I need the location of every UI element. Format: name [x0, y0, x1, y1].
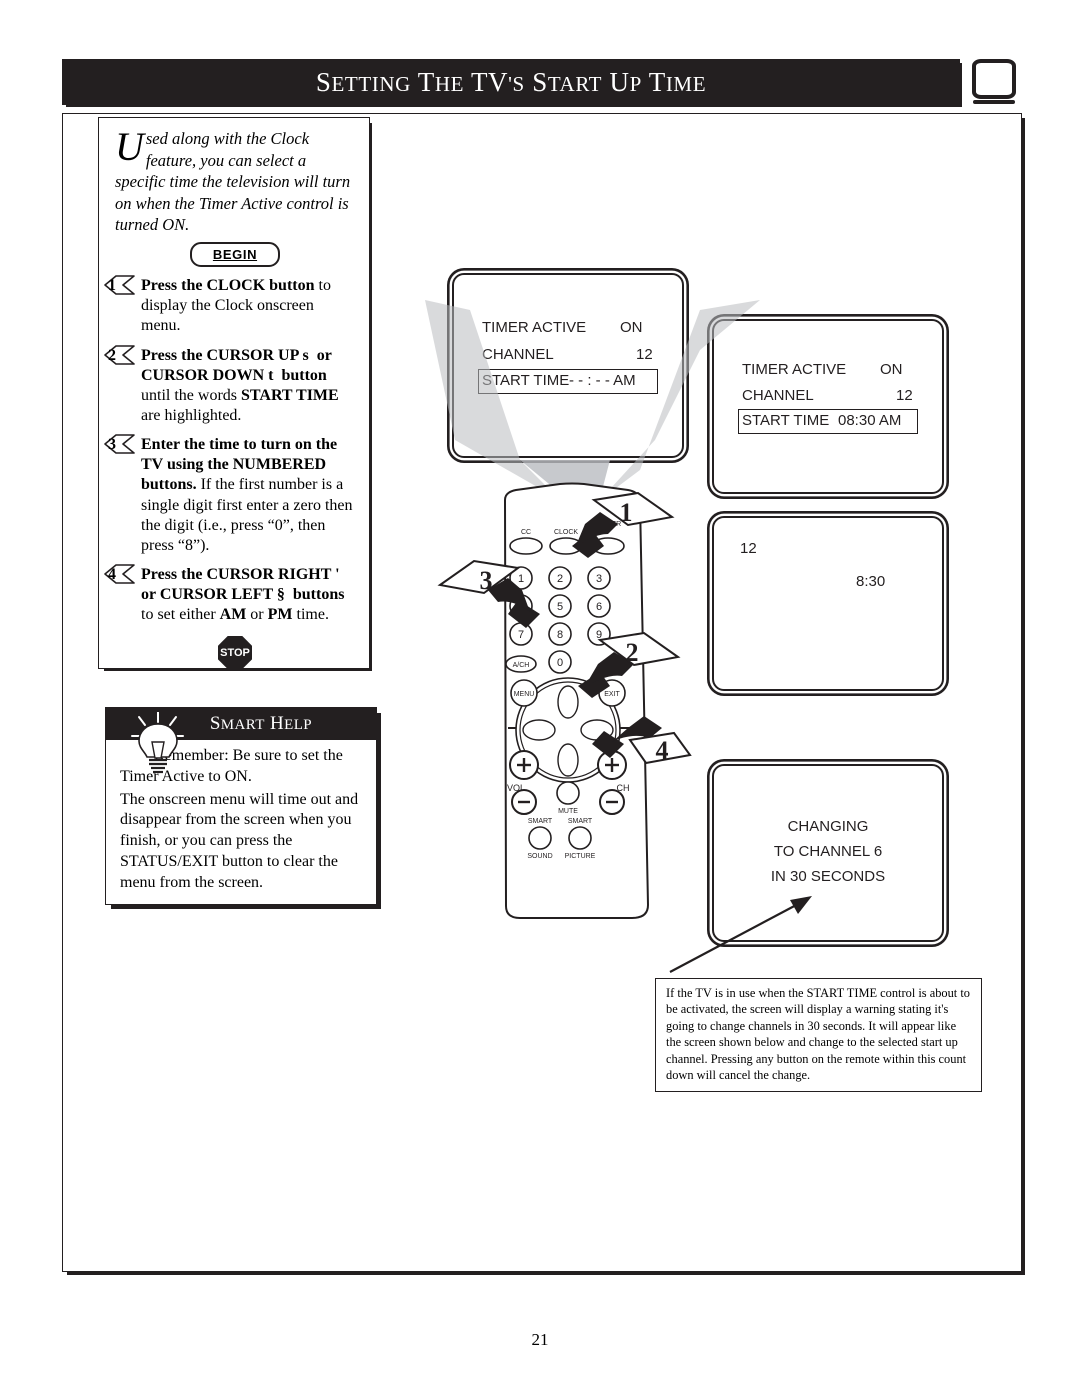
lightbulb-icon	[131, 712, 184, 774]
step-3-number: 3	[108, 436, 116, 454]
osd-value: 12	[896, 387, 913, 404]
smart-help-text: The onscreen menu will time out and disa…	[120, 790, 359, 891]
warning-line: CHANGING	[787, 818, 869, 835]
step-3-text: Enter the time to turn on the TV using t…	[141, 436, 353, 554]
osd-row: CHANNEL	[482, 346, 554, 363]
instruction-steps-panel: Used along with the Clock feature, you c…	[98, 117, 370, 670]
tv-screen-icon	[972, 59, 1016, 104]
osd-channel-number: 12	[740, 540, 757, 557]
tv-screen-1: TIMER ACTIVE ON CHANNEL 12 START TIME - …	[452, 273, 684, 458]
begin-badge: BEGIN	[190, 242, 280, 268]
note-box: If the TV is in use when the START TIME …	[655, 978, 982, 1093]
intro-dropcap: U	[115, 124, 144, 169]
tv-screen-3: 12 8:30	[712, 516, 944, 691]
warning-line: TO CHANNEL 6	[773, 843, 883, 860]
step-4-text: Press the CURSOR RIGHT ' or CURSOR LEFT …	[141, 566, 345, 624]
smart-help-panel: SMART HELP Remember: Be sure to set the …	[105, 707, 377, 905]
step-4: 4 Press the CURSOR RIGHT ' or CURSOR LEF…	[104, 564, 355, 625]
osd-label: START TIME	[742, 412, 830, 429]
page-title: SETTING THE TV'S START UP TIME	[315, 66, 707, 97]
osd-label: TIMER ACTIVE	[482, 319, 587, 336]
step-3-number-marker: 3	[103, 434, 137, 455]
page-title-bar: SETTING THE TV'S START UP TIME	[62, 59, 960, 105]
step-1: 1 Press the CLOCK button to display the …	[104, 275, 355, 336]
smart-help-title: SMART HELP	[209, 713, 312, 734]
osd-clock: 8:30	[856, 573, 886, 590]
step-2-number: 2	[108, 346, 116, 364]
osd-value: ON	[620, 319, 643, 336]
osd-row: TIMER ACTIVE	[482, 319, 586, 336]
step-4-number-marker: 4	[103, 564, 137, 585]
osd-value: ON	[880, 361, 903, 378]
step-2: 2 Press the CURSOR UP s or CURSOR DOWN t…	[104, 344, 355, 427]
tv-screen-4: CHANGING TO CHANNEL 6 IN 30 SECONDS	[712, 764, 944, 942]
warning-line: IN 30 SECONDS	[770, 868, 886, 885]
osd-value: 12	[636, 346, 653, 363]
osd-label: CHANNEL	[742, 387, 814, 404]
step-1-number-marker: 1	[103, 275, 137, 296]
intro-paragraph: Used along with the Clock feature, you c…	[115, 124, 355, 236]
osd-label: CHANNEL	[482, 346, 554, 363]
step-4-number: 4	[108, 566, 116, 584]
page-number: 21	[531, 1330, 549, 1349]
stop-badge: STOP	[218, 635, 252, 670]
tv-screen-2: TIMER ACTIVE ON CHANNEL 12 START TIME 08…	[712, 319, 944, 494]
osd-label: TIMER ACTIVE	[742, 361, 847, 378]
step-1-text: Press the CLOCK button to display the Cl…	[141, 277, 331, 335]
step-1-number: 1	[108, 277, 116, 295]
intro-text: sed along with the Clock feature, you ca…	[115, 129, 351, 235]
osd-label: START TIME	[482, 372, 570, 389]
step-2-number-marker: 2	[103, 344, 137, 366]
osd-value: 08:30 AM	[838, 412, 902, 429]
step-2-text: Press the CURSOR UP s or CURSOR DOWN t b…	[141, 346, 339, 424]
step-3: 3 Enter the time to turn on the TV using…	[104, 434, 355, 556]
osd-value: - - : - - AM	[569, 372, 636, 389]
